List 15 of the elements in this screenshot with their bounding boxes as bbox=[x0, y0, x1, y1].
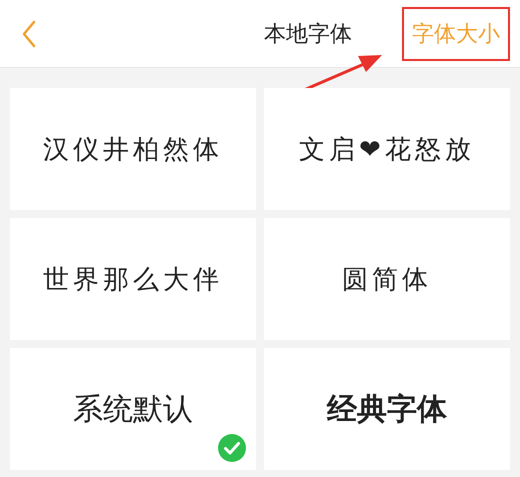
font-card[interactable]: 圆简体 bbox=[264, 218, 510, 340]
page-title: 本地字体 bbox=[264, 20, 352, 48]
font-card[interactable]: 文启❤花怒放 bbox=[264, 88, 510, 210]
font-card[interactable]: 经典字体 bbox=[264, 348, 510, 470]
font-name: 系统默认 bbox=[73, 390, 193, 428]
font-name: 汉仪井柏然体 bbox=[43, 134, 223, 166]
font-name: 世界那么大伴 bbox=[43, 264, 223, 296]
font-name: 圆简体 bbox=[342, 264, 432, 296]
back-chevron-icon bbox=[21, 20, 37, 48]
font-card[interactable]: 世界那么大伴 bbox=[10, 218, 256, 340]
font-name: 文启❤花怒放 bbox=[299, 134, 475, 166]
font-name: 经典字体 bbox=[327, 390, 447, 428]
font-card[interactable]: 系统默认 bbox=[10, 348, 256, 470]
font-card[interactable]: 汉仪井柏然体 bbox=[10, 88, 256, 210]
checkmark-icon bbox=[218, 434, 246, 462]
